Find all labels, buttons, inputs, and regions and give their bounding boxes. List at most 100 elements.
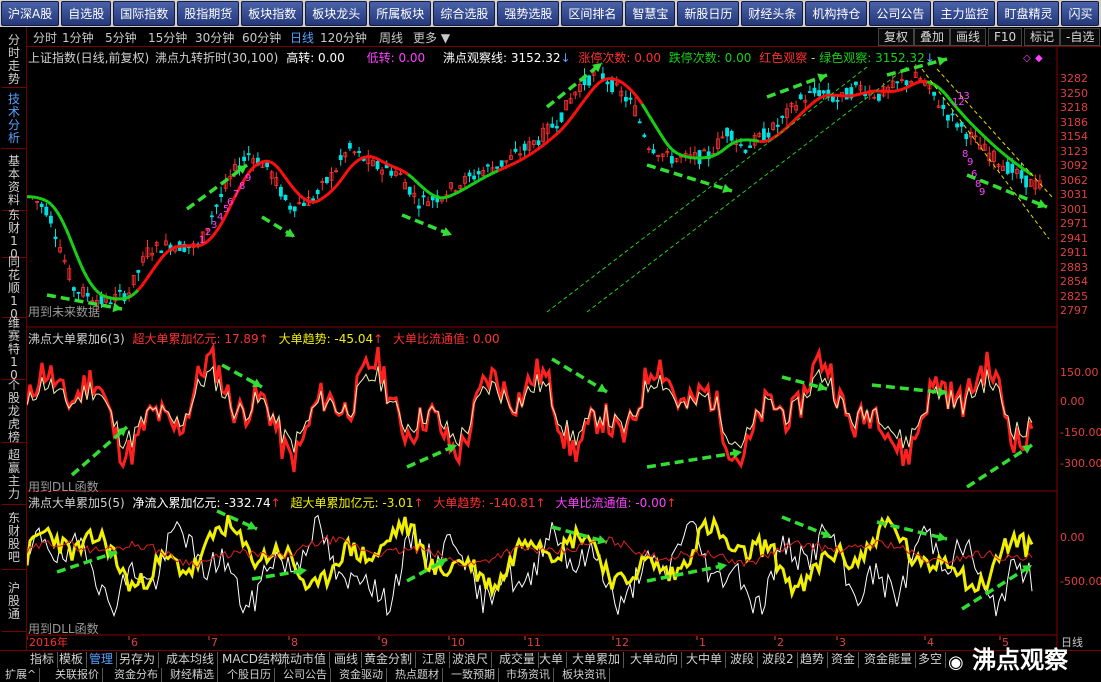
moving-average-segment (592, 83, 599, 89)
bottom-link-9[interactable]: 市场资讯 (503, 668, 554, 682)
bottom-tab-17[interactable]: 波段2 (759, 652, 798, 668)
y-axis-label: 3092 (1060, 159, 1088, 172)
bottom-tab-11[interactable]: 成交量 (496, 652, 540, 668)
moving-average-segment (658, 132, 665, 139)
chart-canvas[interactable]: 123456789121389689◇ ◆2016年 6 7 8 9 10 11 12 1 2 3 4 5… (27, 47, 1101, 650)
top-menu-item-11[interactable]: 新股日历 (677, 1, 740, 26)
bottom-link-5[interactable]: 公司公告 (280, 668, 331, 682)
bottom-tab-16[interactable]: 波段 (727, 652, 759, 668)
bottom-tab-2[interactable]: 管理 (86, 652, 118, 668)
moving-average-segment (125, 295, 130, 300)
bottom-tab-18[interactable]: 趋势 (797, 652, 829, 668)
moving-average-segment (542, 141, 547, 147)
moving-average-segment (1007, 156, 1012, 161)
moving-average-segment (926, 80, 931, 85)
period-item-4[interactable]: 30分钟 (195, 29, 234, 46)
left-tab-7[interactable]: 超赢主力 (2, 445, 26, 505)
bottom-link-4[interactable]: 个股日历 (224, 668, 275, 682)
period-item-0[interactable]: 分时 (33, 29, 57, 46)
moving-average-segment (583, 94, 590, 101)
bottom-link-7[interactable]: 热点题材 (392, 668, 443, 682)
panel3-footer: 用到DLL函数 (28, 622, 99, 636)
bottom-tab-4[interactable]: 成本均线 (163, 652, 219, 668)
moving-average-segment (719, 149, 724, 154)
top-menu-item-7[interactable]: 综合选股 (433, 1, 496, 26)
left-tab-3[interactable]: 东财10 (2, 208, 26, 260)
left-tab-1[interactable]: 技术分析 (2, 89, 26, 149)
period-right-button-1[interactable]: 叠加 (914, 28, 951, 46)
top-menu-item-13[interactable]: 机构持仓 (805, 1, 868, 26)
top-menu-item-3[interactable]: 股指期货 (177, 1, 240, 26)
top-menu-item-10[interactable]: 智慧宝 (625, 1, 676, 26)
top-menu-item-6[interactable]: 所属板块 (369, 1, 432, 26)
top-menu-item-2[interactable]: 国际指数 (113, 1, 176, 26)
left-tab-8[interactable]: 东财股吧 (2, 507, 26, 570)
period-item-6[interactable]: 日线 (290, 29, 314, 46)
bottom-tab-6[interactable]: 流动市值 (275, 652, 331, 668)
bottom-tab-8[interactable]: 黄金分割 (361, 652, 417, 668)
top-menu-item-17[interactable]: 闪买 (1061, 1, 1100, 26)
bottom-tab-19[interactable]: 资金 (828, 652, 860, 668)
top-menu-item-5[interactable]: 板块龙头 (305, 1, 368, 26)
bottom-tab-14[interactable]: 大单动向 (627, 652, 683, 668)
period-item-5[interactable]: 60分钟 (242, 29, 281, 46)
period-item-2[interactable]: 5分钟 (105, 29, 137, 46)
bottom-link-10[interactable]: 板块资讯 (559, 668, 610, 682)
bottom-tab-13[interactable]: 大单累加 (569, 652, 625, 668)
bottom-tab-9[interactable]: 江恩 (419, 652, 451, 668)
period-item-7[interactable]: 120分钟 (320, 29, 367, 46)
left-tab-4[interactable]: 同花顺10 (2, 256, 26, 321)
period-right-button-3[interactable]: F10 (988, 28, 1023, 46)
moving-average-segment (415, 181, 422, 187)
top-menu-item-14[interactable]: 公司公告 (869, 1, 932, 26)
bottom-tab-15[interactable]: 大中单 (683, 652, 727, 668)
top-menu-item-4[interactable]: 板块指数 (241, 1, 304, 26)
moving-average-segment (70, 242, 77, 252)
moving-average-segment (269, 160, 274, 165)
period-item-9[interactable]: 更多 ▼ (413, 29, 450, 46)
moving-average-segment (854, 93, 859, 97)
left-tab-9[interactable]: 沪股通 (2, 572, 26, 632)
top-menu-item-0[interactable]: 沪深A股 (1, 1, 60, 26)
period-item-3[interactable]: 15分钟 (148, 29, 187, 46)
bottom-tab-1[interactable]: 模板 (56, 652, 88, 668)
bottom-link-6[interactable]: 资金驱动 (336, 668, 387, 682)
period-item-8[interactable]: 周线 (379, 29, 403, 46)
bottom-link-1[interactable]: 关联报价 (52, 668, 103, 682)
bottom-tab-0[interactable]: 指标 (27, 652, 59, 668)
bottom-tab-3[interactable]: 另存为 (116, 652, 160, 668)
bottom-tab-12[interactable]: 大单 (536, 652, 568, 668)
top-menu-item-1[interactable]: 自选股 (61, 1, 112, 26)
left-tab-0[interactable]: 分时走势 (2, 32, 26, 88)
top-menu-item-9[interactable]: 区间排名 (561, 1, 624, 26)
top-menu-item-15[interactable]: 主力监控 (933, 1, 996, 26)
moving-average-segment (94, 289, 101, 295)
moving-average-segment (602, 77, 607, 82)
candle-body (209, 215, 214, 218)
bottom-link-2[interactable]: 资金分布 (111, 668, 162, 682)
candle-body (85, 293, 90, 297)
moving-average-segment (356, 157, 361, 163)
top-menu-item-16[interactable]: 盯盘精灵 (997, 1, 1060, 26)
period-right-button-4[interactable]: 标记 (1024, 28, 1061, 46)
left-tab-5[interactable]: 维赛特10 (2, 317, 26, 382)
left-tab-6[interactable]: 个股龙虎榜 (2, 379, 26, 444)
bottom-link-0[interactable]: 扩展^ (2, 668, 41, 682)
period-right-button-2[interactable]: 画线 (950, 28, 987, 46)
bottom-tab-10[interactable]: 波浪尺 (449, 652, 493, 668)
moving-average-segment (809, 101, 814, 107)
candle-body (53, 236, 58, 240)
bottom-tab-21[interactable]: 多空 (915, 652, 947, 668)
left-tab-2[interactable]: 基本资料 (2, 151, 26, 211)
bottom-tab-20[interactable]: 资金能量 (861, 652, 917, 668)
period-right-button-0[interactable]: 复权 (878, 28, 915, 46)
moving-average-segment (556, 128, 563, 134)
bottom-tab-7[interactable]: 画线 (331, 652, 363, 668)
moving-average-segment (586, 90, 593, 97)
period-right-button-5[interactable]: -自选 (1060, 28, 1101, 46)
period-item-1[interactable]: 1分钟 (62, 29, 94, 46)
top-menu-item-8[interactable]: 强势选股 (497, 1, 560, 26)
bottom-link-8[interactable]: 一致预期 (448, 668, 499, 682)
bottom-link-3[interactable]: 财经精选 (167, 668, 218, 682)
top-menu-item-12[interactable]: 财经头条 (741, 1, 804, 26)
